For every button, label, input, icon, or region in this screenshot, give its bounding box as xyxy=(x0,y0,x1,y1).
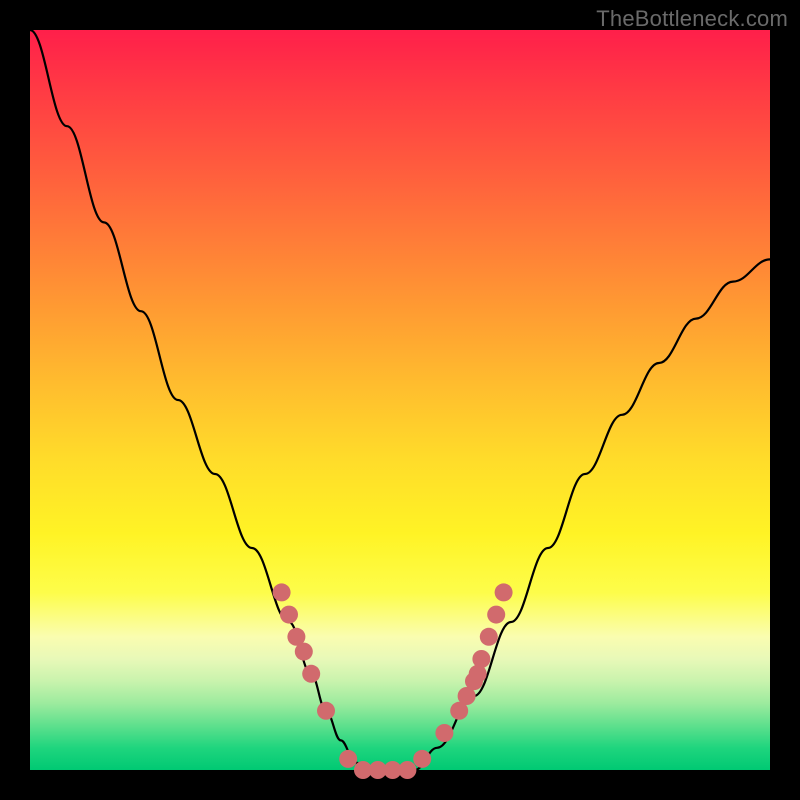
curve-marker xyxy=(413,750,431,768)
marker-group xyxy=(273,583,513,779)
curve-marker xyxy=(317,702,335,720)
curve-marker xyxy=(295,643,313,661)
chart-svg xyxy=(30,30,770,770)
curve-marker xyxy=(495,583,513,601)
curve-marker xyxy=(398,761,416,779)
curve-marker xyxy=(302,665,320,683)
curve-marker xyxy=(273,583,291,601)
curve-marker xyxy=(472,650,490,668)
curve-marker xyxy=(480,628,498,646)
bottleneck-curve xyxy=(30,30,770,770)
curve-marker xyxy=(487,606,505,624)
curve-marker xyxy=(339,750,357,768)
watermark-text: TheBottleneck.com xyxy=(596,6,788,32)
curve-marker xyxy=(435,724,453,742)
curve-marker xyxy=(280,606,298,624)
chart-frame xyxy=(30,30,770,770)
